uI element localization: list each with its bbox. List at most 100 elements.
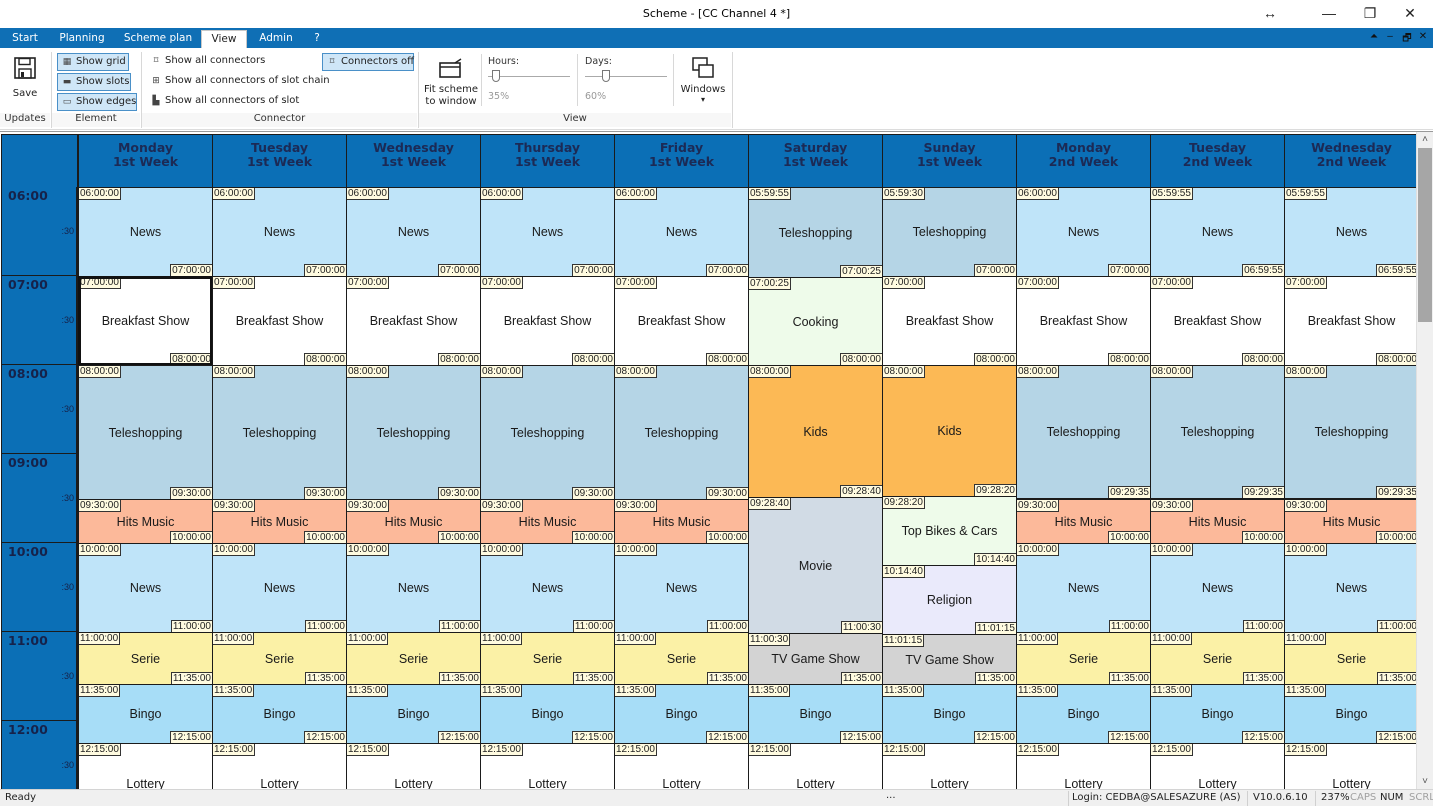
tab-start[interactable]: Start	[5, 30, 45, 48]
program-block[interactable]: Breakfast Show 07:00:00 08:00:00	[78, 276, 213, 366]
program-block[interactable]: Lottery 12:15:00	[614, 743, 749, 789]
close-button[interactable]: ✕	[1387, 0, 1433, 28]
program-block[interactable]: Serie 11:00:00 11:35:00	[346, 632, 481, 685]
program-block[interactable]: Bingo 11:35:00 12:15:00	[1284, 684, 1419, 744]
program-block[interactable]: Hits Music 09:30:00 10:00:00	[1016, 499, 1151, 544]
mdi-restore-button[interactable]: 🗗	[1400, 31, 1414, 48]
program-block[interactable]: Serie 11:00:00 11:35:00	[1150, 632, 1285, 685]
program-block[interactable]: News 10:00:00 11:00:00	[1016, 543, 1151, 633]
program-block[interactable]: Top Bikes & Cars 09:28:20 10:14:40	[882, 496, 1017, 566]
program-block[interactable]: News 06:00:00 07:00:00	[78, 187, 213, 277]
tab-view[interactable]: View	[201, 30, 247, 48]
program-block[interactable]: News 06:00:00 07:00:00	[212, 187, 347, 277]
vertical-scrollbar[interactable]: ˄ ˅	[1416, 132, 1433, 789]
program-block[interactable]: Teleshopping 08:00:00 09:30:00	[614, 365, 749, 500]
day-column-header[interactable]: Thursday 1st Week	[480, 134, 615, 188]
save-button[interactable]: Save	[6, 56, 44, 100]
program-block[interactable]: Teleshopping 08:00:00 09:29:35	[1284, 365, 1419, 499]
day-column-header[interactable]: Friday 1st Week	[614, 134, 749, 188]
program-block[interactable]: Breakfast Show 07:00:00 08:00:00	[480, 276, 615, 366]
program-block[interactable]: Lottery 12:15:00	[748, 743, 883, 789]
program-block[interactable]: Cooking 07:00:25 08:00:00	[748, 277, 883, 366]
program-block[interactable]: Serie 11:00:00 11:35:00	[1284, 632, 1419, 685]
day-column-header[interactable]: Monday 1st Week	[78, 134, 213, 188]
program-block[interactable]: Breakfast Show 07:00:00 08:00:00	[1150, 276, 1285, 366]
program-block[interactable]: Breakfast Show 07:00:00 08:00:00	[1016, 276, 1151, 366]
day-column-header[interactable]: Wednesday 2nd Week	[1284, 134, 1419, 188]
program-block[interactable]: Bingo 11:35:00 12:15:00	[78, 684, 213, 744]
program-block[interactable]: Breakfast Show 07:00:00 08:00:00	[212, 276, 347, 366]
program-block[interactable]: Serie 11:00:00 11:35:00	[212, 632, 347, 685]
program-block[interactable]: Serie 11:00:00 11:35:00	[480, 632, 615, 685]
program-block[interactable]: Bingo 11:35:00 12:15:00	[614, 684, 749, 744]
tab-admin[interactable]: Admin	[253, 30, 299, 48]
program-block[interactable]: Lottery 12:15:00	[212, 743, 347, 789]
day-column-header[interactable]: Tuesday 1st Week	[212, 134, 347, 188]
program-block[interactable]: Teleshopping 08:00:00 09:29:35	[1016, 365, 1151, 499]
program-block[interactable]: Bingo 11:35:00 12:15:00	[480, 684, 615, 744]
program-block[interactable]: Bingo 11:35:00 12:15:00	[1150, 684, 1285, 744]
program-block[interactable]: News 06:00:00 07:00:00	[1016, 187, 1151, 277]
program-block[interactable]: Breakfast Show 07:00:00 08:00:00	[614, 276, 749, 366]
program-block[interactable]: Movie 09:28:40 11:00:30	[748, 497, 883, 634]
program-block[interactable]: Bingo 11:35:00 12:15:00	[346, 684, 481, 744]
scrollbar-thumb[interactable]	[1418, 148, 1432, 322]
program-block[interactable]: News 10:00:00 11:00:00	[346, 543, 481, 633]
program-block[interactable]: Hits Music 09:30:00 10:00:00	[212, 499, 347, 544]
days-slider-thumb[interactable]	[601, 70, 610, 82]
program-block[interactable]: Teleshopping 08:00:00 09:30:00	[78, 365, 213, 500]
show-all-connectors-button[interactable]: ⌑ Show all connectors	[147, 53, 268, 71]
program-block[interactable]: Lottery 12:15:00	[480, 743, 615, 789]
hours-slider-thumb[interactable]	[492, 70, 501, 82]
minimize-button[interactable]: —	[1306, 0, 1352, 28]
program-block[interactable]: News 10:00:00 11:00:00	[614, 543, 749, 633]
day-column-header[interactable]: Monday 2nd Week	[1016, 134, 1151, 188]
show-slots-toggle[interactable]: ▬ Show slots	[57, 73, 131, 91]
program-block[interactable]: Hits Music 09:30:00 10:00:00	[480, 499, 615, 544]
program-block[interactable]: Lottery 12:15:00	[882, 743, 1017, 789]
program-block[interactable]: Serie 11:00:00 11:35:00	[1016, 632, 1151, 685]
tab-scheme-plan[interactable]: Scheme plan	[122, 30, 194, 48]
program-block[interactable]: Hits Music 09:30:00 10:00:00	[1150, 499, 1285, 544]
program-block[interactable]: Bingo 11:35:00 12:15:00	[212, 684, 347, 744]
program-block[interactable]: Hits Music 09:30:00 10:00:00	[346, 499, 481, 544]
program-block[interactable]: Religion 10:14:40 11:01:15	[882, 565, 1017, 635]
program-block[interactable]: Lottery 12:15:00	[346, 743, 481, 789]
program-block[interactable]: Hits Music 09:30:00 10:00:00	[78, 499, 213, 544]
program-block[interactable]: News 10:00:00 11:00:00	[1150, 543, 1285, 633]
program-block[interactable]: TV Game Show 11:01:15 11:35:00	[882, 634, 1017, 685]
fit-scheme-to-window-button[interactable]: Fit scheme to window	[423, 58, 479, 108]
program-block[interactable]: Lottery 12:15:00	[78, 743, 213, 789]
show-grid-toggle[interactable]: ▦ Show grid	[57, 53, 129, 71]
program-block[interactable]: News 10:00:00 11:00:00	[78, 543, 213, 633]
program-block[interactable]: Teleshopping 08:00:00 09:30:00	[212, 365, 347, 500]
program-block[interactable]: Bingo 11:35:00 12:15:00	[882, 684, 1017, 744]
days-slider-track[interactable]	[585, 76, 667, 77]
scroll-up-arrow-icon[interactable]: ˄	[1417, 132, 1433, 148]
program-block[interactable]: Lottery 12:15:00	[1016, 743, 1151, 789]
windows-dropdown-button[interactable]: Windows ▾	[679, 56, 727, 104]
program-block[interactable]: Teleshopping 08:00:00 09:30:00	[480, 365, 615, 500]
program-block[interactable]: Hits Music 09:30:00 10:00:00	[1284, 499, 1419, 544]
program-block[interactable]: News 06:00:00 07:00:00	[480, 187, 615, 277]
day-column-header[interactable]: Wednesday 1st Week	[346, 134, 481, 188]
hours-slider-track[interactable]	[488, 76, 570, 77]
mdi-minimize-button[interactable]: –	[1383, 31, 1397, 42]
program-block[interactable]: Bingo 11:35:00 12:15:00	[1016, 684, 1151, 744]
tab-planning[interactable]: Planning	[54, 30, 110, 48]
program-block[interactable]: News 06:00:00 07:00:00	[346, 187, 481, 277]
day-column-header[interactable]: Sunday 1st Week	[882, 134, 1017, 188]
program-block[interactable]: Teleshopping 08:00:00 09:30:00	[346, 365, 481, 500]
program-block[interactable]: News 10:00:00 11:00:00	[1284, 543, 1419, 633]
program-block[interactable]: Breakfast Show 07:00:00 08:00:00	[1284, 276, 1419, 366]
program-block[interactable]: TV Game Show 11:00:30 11:35:00	[748, 633, 883, 685]
program-block[interactable]: Teleshopping 05:59:55 07:00:25	[748, 187, 883, 278]
day-column-header[interactable]: Saturday 1st Week	[748, 134, 883, 188]
connectors-off-toggle[interactable]: ⌑ Connectors off	[322, 53, 414, 71]
show-slot-chain-connectors-button[interactable]: ⊞ Show all connectors of slot chain	[147, 73, 333, 91]
program-block[interactable]: News 05:59:55 06:59:55	[1284, 187, 1419, 277]
scroll-down-arrow-icon[interactable]: ˅	[1417, 774, 1433, 789]
program-block[interactable]: News 10:00:00 11:00:00	[212, 543, 347, 633]
program-block[interactable]: Breakfast Show 07:00:00 08:00:00	[346, 276, 481, 366]
program-block[interactable]: Lottery 12:15:00	[1284, 743, 1419, 789]
